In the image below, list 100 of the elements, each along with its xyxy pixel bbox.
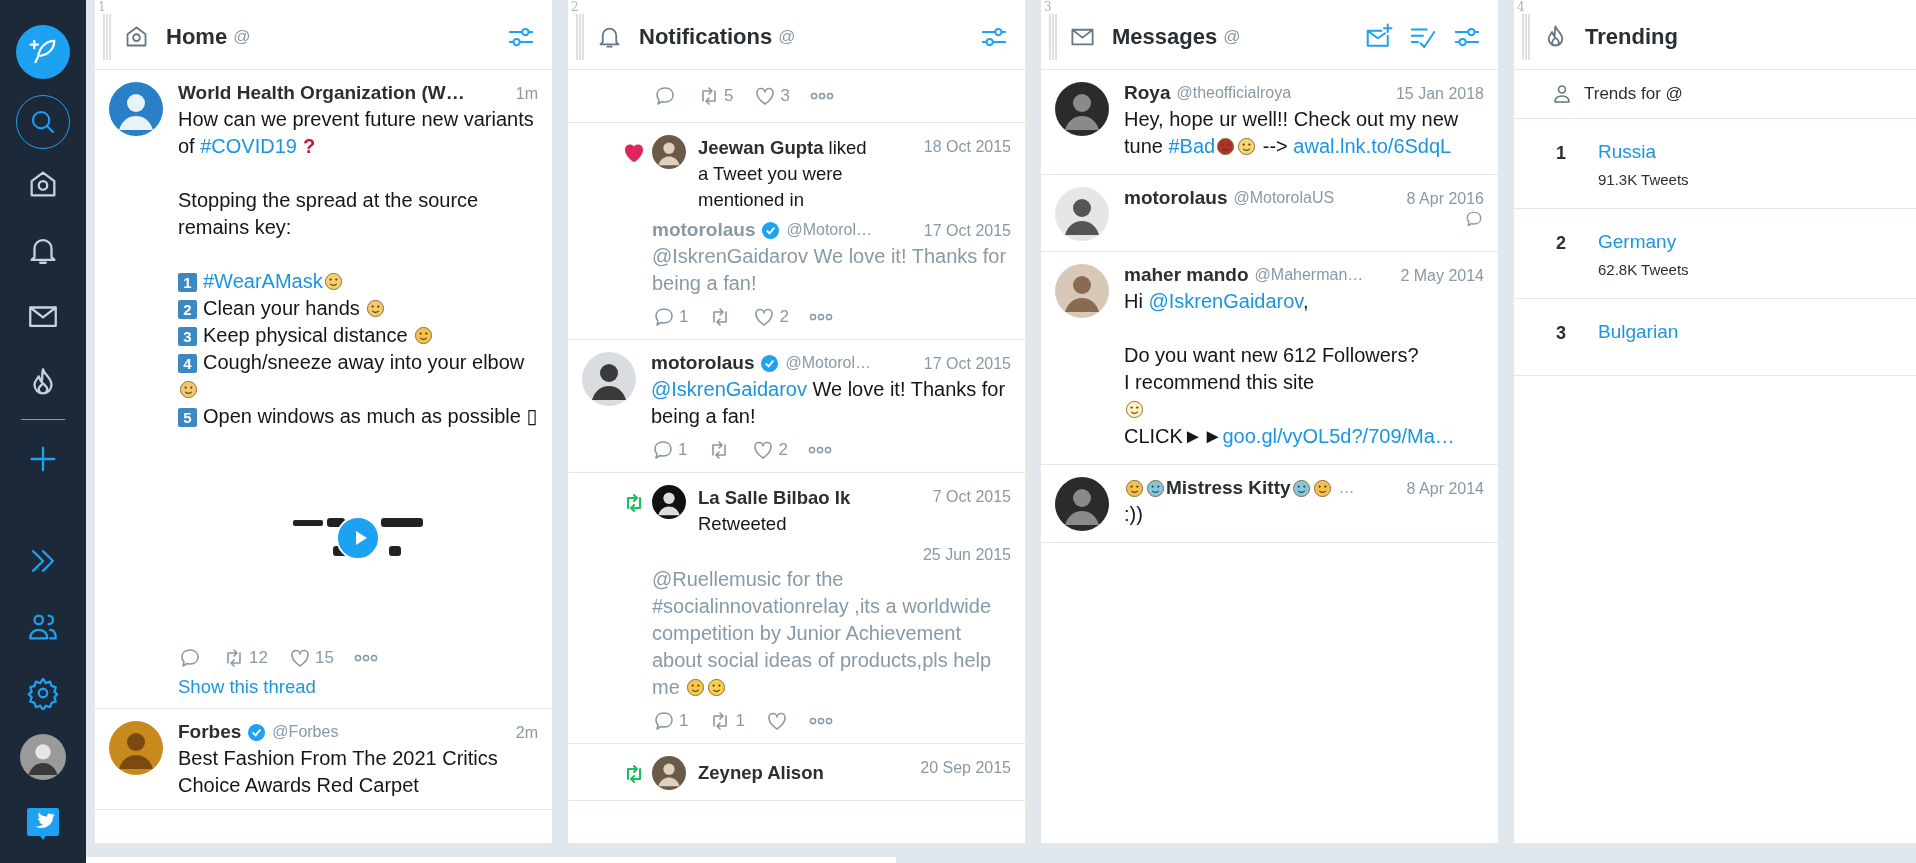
author-handle: @Motorol… [786, 221, 873, 239]
tweet-count: 91.3K Tweets [1598, 171, 1689, 188]
more-icon [809, 92, 834, 100]
author-name[interactable]: motorolaus [1124, 187, 1228, 209]
avatar[interactable] [652, 135, 686, 169]
column-number: 2 [571, 0, 579, 14]
timestamp: 8 Apr 2016 [1406, 189, 1484, 208]
avatar[interactable] [1055, 82, 1109, 136]
like-button[interactable]: 2 [751, 438, 794, 462]
trend-link[interactable]: Bulgarian [1598, 321, 1679, 343]
reply-icon [652, 305, 676, 329]
trend-rank: 1 [1556, 142, 1567, 165]
column-title: Notifications [639, 23, 773, 50]
link[interactable]: #WearAMask [203, 270, 323, 292]
column-title: Trending [1585, 23, 1678, 50]
more-icon [808, 717, 833, 725]
avatar[interactable] [652, 756, 686, 790]
column-title: Messages [1112, 23, 1218, 50]
bird-icon[interactable] [26, 806, 60, 842]
more-icon [807, 446, 832, 454]
play-button[interactable] [336, 516, 380, 560]
reply-button[interactable]: 1 [652, 709, 695, 733]
compose-button[interactable] [16, 25, 70, 79]
author-handle: … [1338, 479, 1355, 497]
timestamp: 17 Oct 2015 [923, 221, 1011, 240]
more-icon [808, 313, 833, 321]
author-handle: @Maherman… [1254, 266, 1364, 284]
link[interactable]: awal.lnk.to/6SdqL [1293, 135, 1452, 157]
tweet-text: Best Fashion From The 2021 Critics Choice Awards Red Carpet [178, 746, 499, 798]
drag-handle-icon[interactable] [576, 13, 584, 60]
heart-icon [622, 141, 646, 165]
drag-handle-icon[interactable] [103, 13, 111, 60]
author-name[interactable]: motorolaus [652, 219, 756, 241]
trend-link[interactable]: Germany [1598, 231, 1689, 253]
tweet-count: 62.8K Tweets [1598, 261, 1689, 278]
reply-icon [178, 646, 202, 670]
author-name[interactable]: Mistress Kitty [1124, 477, 1333, 499]
link[interactable]: goo.gl/vyOL5d?/709/Ma… [1222, 425, 1455, 447]
author-name[interactable]: Roya [1124, 82, 1171, 104]
account-handle: @ [778, 26, 796, 47]
author-name[interactable]: World Health Organization (W… [178, 82, 465, 104]
avatar[interactable] [109, 721, 163, 775]
settings-icon[interactable] [26, 676, 60, 710]
timestamp: 1m [515, 84, 538, 103]
account-handle: @ [233, 26, 251, 47]
author-handle: @theofficialroya [1176, 84, 1292, 102]
timestamp: 2m [515, 723, 538, 742]
account-handle: @ [1223, 26, 1241, 47]
notification-text: Zeynep Alison [697, 761, 824, 785]
timestamp: 15 Jan 2018 [1395, 84, 1484, 103]
avatar[interactable] [20, 734, 66, 780]
timestamp: 2 May 2014 [1400, 266, 1484, 285]
trend-link[interactable]: Russia [1598, 141, 1689, 163]
notification-text: La Salle Bilbao Ik Retweeted [697, 486, 851, 536]
link[interactable]: #Bad [1168, 135, 1216, 157]
column-title: Home [166, 23, 228, 50]
retweet-button[interactable]: 1 [708, 709, 751, 733]
scrollbar-thumb[interactable] [86, 857, 896, 863]
like-button[interactable]: 15 [287, 646, 340, 670]
author-handle: @MotorolaUS [1233, 189, 1335, 207]
like-button[interactable]: 3 [753, 84, 796, 108]
retweet-button[interactable]: 5 [697, 84, 740, 108]
author-name[interactable]: Forbes [178, 721, 242, 743]
link[interactable]: #COVID19 [200, 135, 297, 157]
link[interactable]: @IskrenGaidarov [1148, 290, 1303, 312]
avatar[interactable] [1055, 187, 1109, 241]
show-thread-link[interactable]: Show this thread [178, 676, 538, 698]
timestamp: 20 Sep 2015 [920, 758, 1011, 777]
retweet-button[interactable]: 12 [222, 646, 274, 670]
timestamp: 25 Jun 2015 [922, 545, 1011, 564]
tweet-text: Hi @IskrenGaidarov, Do you want new 612 Followers? I recommend this site CLICK►►goo.gl/vyOL5d?/709/Ma… [1124, 289, 1456, 449]
author-name[interactable]: maher mando [1124, 264, 1249, 286]
link[interactable]: @IskrenGaidarov [651, 378, 807, 400]
drag-handle-icon[interactable] [1522, 13, 1530, 60]
reply-icon [651, 438, 675, 462]
avatar[interactable] [582, 352, 636, 406]
tweet-text: Hey, hope ur well!! Check out my new tune #Bad --> awal.lnk.to/6SdqL [1124, 107, 1460, 159]
trend-rank: 2 [1556, 232, 1567, 255]
author-handle: @Motorol… [785, 354, 872, 372]
like-button[interactable]: 2 [752, 305, 795, 329]
tweet-text: :)) [1124, 502, 1144, 527]
notification-text: Jeewan Gupta liked a Tweet you were mentioned in [697, 136, 867, 212]
timestamp: 7 Oct 2015 [932, 487, 1011, 506]
column-number: 3 [1044, 0, 1052, 14]
avatar[interactable] [652, 485, 686, 519]
reply-icon [653, 84, 677, 108]
trend-rank: 3 [1556, 322, 1567, 345]
avatar[interactable] [1055, 477, 1109, 531]
reply-button[interactable]: 1 [652, 305, 695, 329]
drag-handle-icon[interactable] [1049, 13, 1057, 60]
author-name[interactable]: motorolaus [651, 352, 755, 374]
timestamp: 18 Oct 2015 [923, 137, 1011, 156]
tweet-text: @IskrenGaidarov We love it! Thanks for being a fan! [652, 244, 1008, 296]
column-number: 4 [1517, 0, 1525, 14]
tweet-text: How can we prevent future new variants of #COVID19 ? Stopping the spread at the source remains key: 1 #WearAMask 2 Clean your hands 3 Keep physical distance 4 Cough/sneeze away into your elbow 5 Open windows as much as possible ▯ [178, 107, 538, 429]
timestamp: 8 Apr 2014 [1406, 479, 1484, 498]
tweet-text: @Ruellemusic for the #socialinnovationrelay ,its a worldwide competition by Junior Achievement about social ideas of products,pls help me [652, 567, 993, 700]
reply-button[interactable]: 1 [651, 438, 694, 462]
trends-location: Trends for @ [1584, 84, 1683, 104]
author-handle: @Forbes [272, 723, 339, 741]
